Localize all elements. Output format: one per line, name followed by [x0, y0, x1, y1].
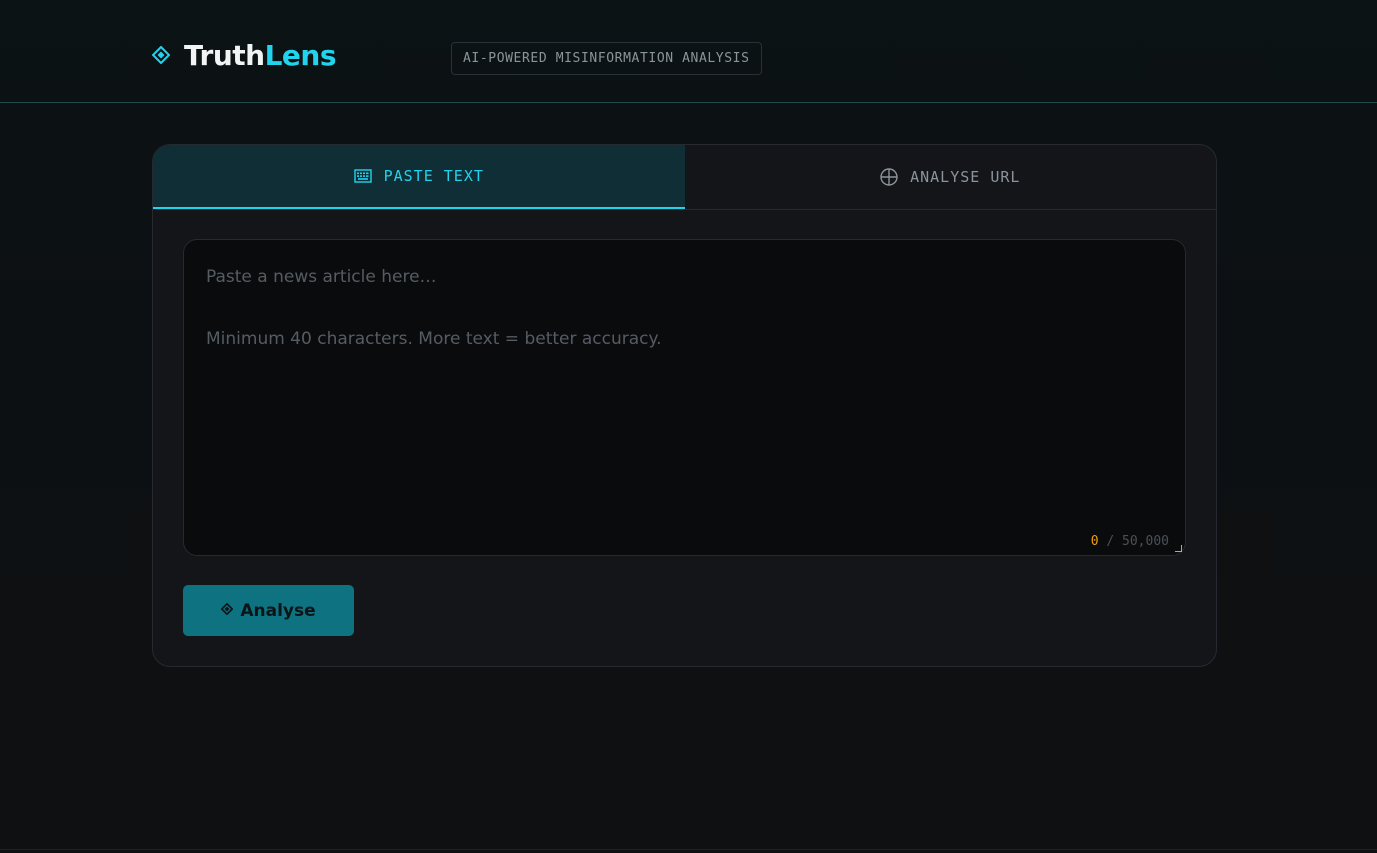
character-counter: 0 / 50,000 — [1091, 534, 1169, 549]
tagline-badge: AI-POWERED MISINFORMATION ANALYSIS — [451, 42, 762, 75]
keyboard-icon — [353, 169, 372, 183]
footer-divider — [0, 849, 1377, 850]
analyse-button[interactable]: Analyse — [183, 585, 354, 636]
tab-paste-text[interactable]: PASTE TEXT — [153, 145, 685, 209]
globe-icon — [880, 168, 898, 186]
input-tabs: PASTE TEXT ANALYSE URL — [153, 145, 1216, 210]
analysis-card: PASTE TEXT ANALYSE URL 0 / 50,000 — [152, 144, 1217, 667]
logo-text: TruthLens — [184, 38, 337, 72]
logo-text-accent: Lens — [264, 38, 337, 72]
tab-analyse-url[interactable]: ANALYSE URL — [685, 145, 1217, 209]
tab-paste-text-label: PASTE TEXT — [383, 167, 484, 185]
character-max: / 50,000 — [1106, 534, 1169, 549]
analyse-button-label: Analyse — [240, 600, 316, 621]
logo[interactable]: TruthLens — [152, 38, 337, 72]
diamond-icon — [221, 602, 234, 618]
tab-analyse-url-label: ANALYSE URL — [910, 168, 1021, 186]
article-text-input[interactable] — [184, 240, 1185, 555]
app-header: TruthLens AI-POWERED MISINFORMATION ANAL… — [0, 0, 1377, 103]
resize-handle[interactable] — [1175, 545, 1182, 552]
logo-text-main: Truth — [184, 38, 265, 72]
character-count: 0 — [1090, 534, 1099, 549]
diamond-icon — [152, 46, 170, 64]
article-input-wrapper: 0 / 50,000 — [183, 239, 1186, 556]
